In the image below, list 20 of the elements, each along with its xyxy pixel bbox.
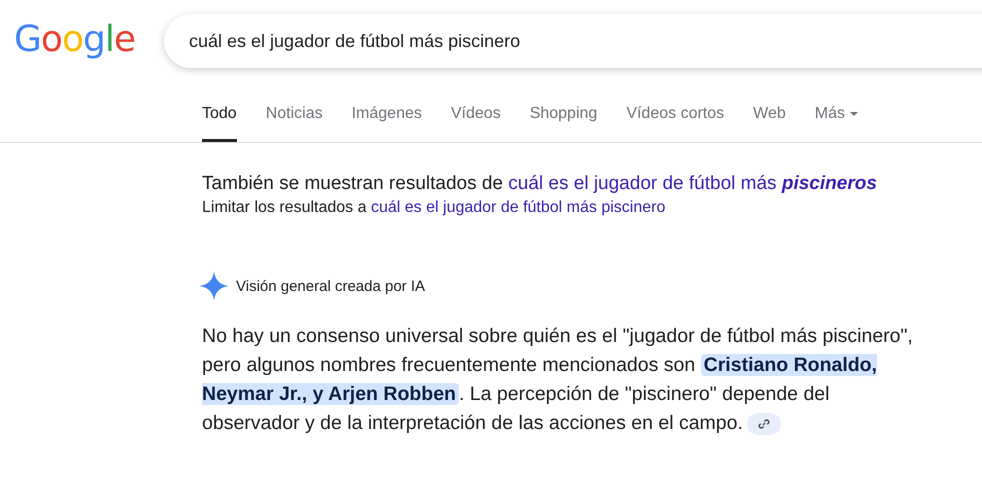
- spelling-notice: También se muestran resultados de cuál es el jugador de fútbol más piscineros: [202, 172, 878, 196]
- nav-tab[interactable]: Shopping: [530, 82, 598, 142]
- nav-tab[interactable]: Vídeos cortos: [626, 82, 724, 142]
- sparkle-icon: [198, 270, 230, 302]
- limit-notice: Limitar los resultados a cuál es el jugador de fútbol más piscinero: [202, 198, 666, 218]
- overview-paragraph: No hay un consenso universal sobre quién es el "jugador de fútbol más piscinero", pero algunos nombres frecuentemente mencionados son Cristiano Ronaldo, Neymar Jr., y Arjen Robben. La percepción de "piscinero" depende del observador y de la interpretación de las acciones en el campo.: [202, 324, 914, 437]
- nav-tab[interactable]: Imágenes: [352, 82, 422, 142]
- caret-icon: [848, 110, 859, 116]
- nav-tab[interactable]: Noticias: [266, 82, 323, 142]
- link-button[interactable]: [746, 412, 781, 435]
- more-menu[interactable]: Más: [814, 82, 859, 142]
- nav-tab[interactable]: Web: [753, 82, 786, 142]
- google-logo[interactable]: Google: [0, 18, 164, 60]
- link-icon: [758, 418, 770, 430]
- search-field[interactable]: cuál es el jugador de fútbol más piscinero: [164, 14, 982, 68]
- ai-overview-title: Visión general creada por IA: [236, 278, 426, 294]
- nav-tab[interactable]: Vídeos: [450, 82, 501, 142]
- nav-tab[interactable]: Todo: [202, 82, 237, 142]
- corrected-query-link[interactable]: cuál es el jugador de fútbol más piscineros: [508, 173, 877, 194]
- original-query-link[interactable]: cuál es el jugador de fútbol más piscinero: [370, 199, 666, 216]
